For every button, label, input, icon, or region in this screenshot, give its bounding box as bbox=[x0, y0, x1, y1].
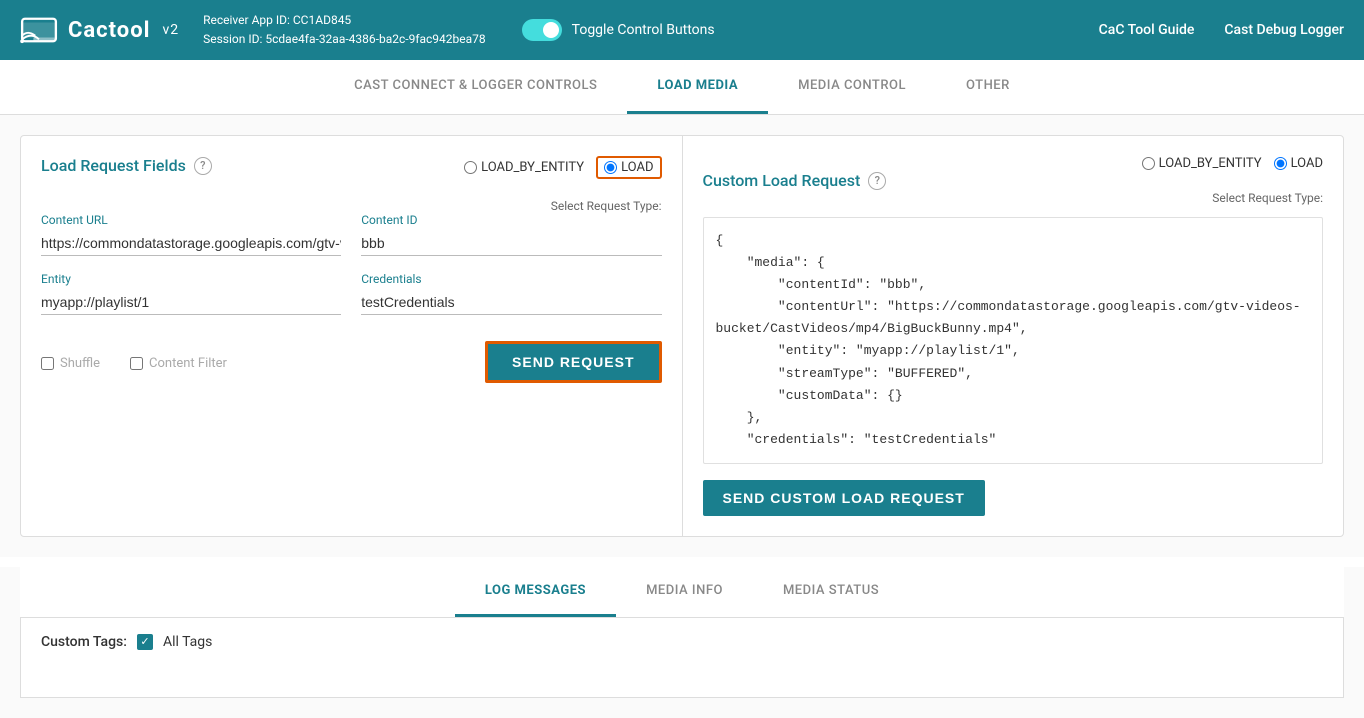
entity-label: Entity bbox=[41, 272, 341, 286]
left-radio-row: LOAD_BY_ENTITY LOAD bbox=[464, 156, 661, 179]
content-id-input[interactable] bbox=[361, 231, 661, 256]
select-request-type-left: Select Request Type: bbox=[551, 199, 662, 213]
bottom-section: LOG MESSAGES MEDIA INFO MEDIA STATUS Cus… bbox=[0, 567, 1364, 718]
custom-tags-label: Custom Tags: bbox=[41, 634, 127, 650]
right-panel-header: Custom Load Request ? LOAD_BY_ENTITY LOA… bbox=[703, 156, 1324, 205]
bottom-tabs: LOG MESSAGES MEDIA INFO MEDIA STATUS bbox=[20, 567, 1344, 618]
radio-load-box-left: LOAD bbox=[596, 156, 661, 179]
cast-logo-icon bbox=[20, 15, 58, 45]
load-request-help-icon[interactable]: ? bbox=[194, 157, 212, 175]
toggle-label: Toggle Control Buttons bbox=[572, 22, 715, 38]
all-tags-checkbox[interactable] bbox=[137, 634, 153, 650]
radio-load-right[interactable]: LOAD bbox=[1274, 156, 1323, 171]
entity-input[interactable] bbox=[41, 290, 341, 315]
custom-load-help-icon[interactable]: ? bbox=[868, 172, 886, 190]
app-header: Cactool v2 Receiver App ID: CC1AD845 Sess… bbox=[0, 0, 1364, 60]
content-url-label: Content URL bbox=[41, 213, 341, 227]
content-id-label: Content ID bbox=[361, 213, 661, 227]
custom-load-title: Custom Load Request ? bbox=[703, 171, 887, 190]
all-tags-label: All Tags bbox=[163, 634, 212, 650]
load-request-title: Load Request Fields ? bbox=[41, 156, 212, 175]
panels-row: Load Request Fields ? LOAD_BY_ENTITY LOA… bbox=[20, 135, 1344, 537]
cac-tool-guide-link[interactable]: CaC Tool Guide bbox=[1099, 22, 1195, 38]
logo-version: v2 bbox=[162, 22, 179, 38]
tab-media-control[interactable]: MEDIA CONTROL bbox=[768, 60, 936, 114]
shuffle-checkbox-label[interactable]: Shuffle bbox=[41, 356, 100, 371]
main-content: Load Request Fields ? LOAD_BY_ENTITY LOA… bbox=[0, 115, 1364, 557]
toggle-control-buttons[interactable] bbox=[522, 19, 562, 41]
tab-media-status[interactable]: MEDIA STATUS bbox=[753, 567, 909, 617]
header-info: Receiver App ID: CC1AD845 Session ID: 5c… bbox=[203, 11, 486, 49]
checkbox-row: Shuffle Content Filter bbox=[41, 356, 227, 371]
radio-load-by-entity-left[interactable]: LOAD_BY_ENTITY bbox=[464, 160, 584, 175]
content-url-input[interactable] bbox=[41, 231, 341, 256]
content-id-field: Content ID bbox=[361, 213, 661, 256]
select-request-type-right: Select Request Type: bbox=[1212, 191, 1323, 205]
header-links: CaC Tool Guide Cast Debug Logger bbox=[1099, 22, 1344, 38]
radio-load-by-entity-right[interactable]: LOAD_BY_ENTITY bbox=[1142, 156, 1262, 171]
receiver-app-id: Receiver App ID: CC1AD845 bbox=[203, 11, 486, 30]
cast-debug-logger-link[interactable]: Cast Debug Logger bbox=[1224, 22, 1344, 38]
credentials-label: Credentials bbox=[361, 272, 661, 286]
json-editor[interactable]: { "media": { "contentId": "bbb", "conten… bbox=[703, 217, 1324, 464]
content-filter-checkbox-label[interactable]: Content Filter bbox=[130, 356, 227, 371]
tab-other[interactable]: OTHER bbox=[936, 60, 1040, 114]
content-url-field: Content URL bbox=[41, 213, 341, 256]
send-request-button[interactable]: SEND REQUEST bbox=[485, 341, 661, 383]
tab-cast-connect[interactable]: CAST CONNECT & LOGGER CONTROLS bbox=[324, 60, 627, 114]
credentials-input[interactable] bbox=[361, 290, 661, 315]
toggle-area: Toggle Control Buttons bbox=[522, 19, 715, 41]
tab-log-messages[interactable]: LOG MESSAGES bbox=[455, 567, 616, 617]
entity-credentials-group: Entity Credentials bbox=[41, 272, 662, 315]
app-logo: Cactool v2 bbox=[20, 15, 179, 45]
custom-tags-row: Custom Tags: All Tags bbox=[41, 634, 1323, 650]
shuffle-checkbox[interactable] bbox=[41, 357, 54, 370]
entity-field: Entity bbox=[41, 272, 341, 315]
send-custom-load-request-button[interactable]: SEND CUSTOM LOAD REQUEST bbox=[703, 480, 985, 516]
load-request-panel: Load Request Fields ? LOAD_BY_ENTITY LOA… bbox=[21, 136, 683, 536]
right-radio-group: LOAD_BY_ENTITY LOAD Select Request Type: bbox=[1142, 156, 1323, 205]
main-nav: CAST CONNECT & LOGGER CONTROLS LOAD MEDI… bbox=[0, 60, 1364, 115]
content-filter-checkbox[interactable] bbox=[130, 357, 143, 370]
tab-media-info[interactable]: MEDIA INFO bbox=[616, 567, 753, 617]
radio-load-left[interactable]: LOAD bbox=[604, 160, 653, 175]
credentials-field: Credentials bbox=[361, 272, 661, 315]
logo-text: Cactool bbox=[68, 18, 150, 43]
tab-load-media[interactable]: LOAD MEDIA bbox=[627, 60, 768, 114]
custom-load-panel: Custom Load Request ? LOAD_BY_ENTITY LOA… bbox=[683, 136, 1344, 536]
content-url-content-id-group: Content URL Content ID bbox=[41, 213, 662, 256]
right-radio-row: LOAD_BY_ENTITY LOAD bbox=[1142, 156, 1323, 171]
left-request-type: LOAD_BY_ENTITY LOAD Select Request Type: bbox=[464, 156, 661, 213]
session-id: Session ID: 5cdae4fa-32aa-4386-ba2c-9fac… bbox=[203, 30, 486, 49]
send-request-btn-wrap: SEND REQUEST bbox=[485, 341, 661, 383]
